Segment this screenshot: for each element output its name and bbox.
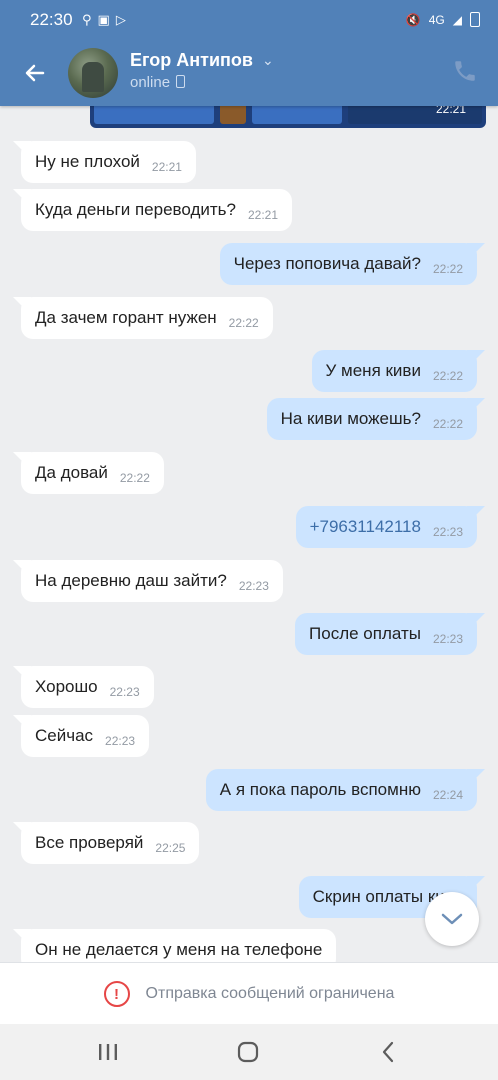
message-text: Все проверяй	[35, 833, 144, 852]
messaging-restricted-banner: ! Отправка сообщений ограничена	[0, 962, 498, 1025]
mobile-device-icon	[176, 75, 186, 88]
message-time: 22:22	[228, 316, 259, 330]
status-notification-icons: ⚲ ▣ ▷	[82, 12, 126, 28]
message-time: 22:23	[109, 685, 140, 699]
phone-icon	[455, 61, 475, 81]
back-chevron-icon	[382, 1041, 394, 1063]
phone-number-link[interactable]: +79631142118	[310, 517, 421, 537]
message-time: 22:22	[432, 262, 463, 276]
message-time: 22:25	[155, 841, 186, 855]
chevron-down-icon[interactable]: ⌄	[262, 52, 274, 69]
online-status: online	[130, 74, 171, 91]
home-icon	[237, 1041, 259, 1063]
outgoing-message[interactable]: После оплаты 22:23	[295, 613, 477, 655]
message-time: 22:23	[432, 525, 463, 539]
message-text: Через поповича давай?	[233, 254, 421, 273]
incoming-message[interactable]: Куда деньги переводить? 22:21	[21, 189, 293, 231]
message-time: 22:21	[151, 160, 182, 174]
message-text: После оплаты	[309, 624, 421, 643]
chat-header: 22:30 ⚲ ▣ ▷ 🔇 4G ◢ Егор Антипов ⌄ online	[0, 0, 498, 106]
message-text: На деревню даш зайти?	[35, 571, 227, 590]
message-text: На киви можешь?	[280, 409, 421, 428]
incoming-message[interactable]: Хорошо 22:23	[21, 666, 154, 708]
mute-icon: 🔇	[405, 12, 421, 27]
recent-apps-icon	[99, 1044, 117, 1060]
system-navigation-bar	[0, 1024, 498, 1080]
outgoing-message[interactable]: +79631142118 22:23	[295, 506, 477, 548]
message-time: 22:22	[432, 369, 463, 383]
scroll-to-bottom-button[interactable]	[425, 892, 479, 946]
home-button[interactable]	[228, 1036, 268, 1068]
warning-icon: !	[103, 981, 130, 1007]
search-icon: ⚲	[82, 12, 92, 27]
contact-name[interactable]: Егор Антипов	[130, 50, 253, 71]
status-time: 22:30	[30, 10, 73, 29]
message-text: Ну не плохой	[35, 152, 140, 171]
message-time: 22:23	[105, 734, 136, 748]
gallery-icon: ▣	[97, 12, 110, 27]
outgoing-message[interactable]: А я пока пароль вспомню 22:24	[205, 769, 477, 811]
contact-status: online	[130, 74, 186, 91]
recent-apps-button[interactable]	[88, 1036, 128, 1068]
back-button[interactable]	[18, 56, 52, 90]
incoming-message[interactable]: Сейчас 22:23	[21, 715, 150, 757]
incoming-message[interactable]: Да зачем горант нужен 22:22	[21, 297, 273, 339]
message-time: 22:21	[247, 208, 279, 222]
call-button[interactable]	[452, 58, 482, 88]
message-time: 22:22	[432, 417, 463, 431]
outgoing-message[interactable]: У меня киви 22:22	[311, 350, 477, 392]
incoming-message[interactable]: Ну не плохой 22:21	[21, 141, 196, 183]
back-arrow-icon	[25, 64, 45, 82]
message-text: А я пока пароль вспомню	[219, 780, 421, 799]
message-time: 22:23	[432, 632, 463, 646]
message-text: Да зачем горант нужен	[35, 308, 217, 327]
status-system-icons: 🔇 4G ◢	[406, 12, 480, 27]
outgoing-message[interactable]: Через поповича давай? 22:22	[219, 243, 477, 285]
message-time: 22:22	[119, 471, 150, 485]
incoming-message[interactable]: Да довай 22:22	[21, 452, 164, 494]
incoming-message[interactable]: Все проверяй 22:25	[21, 822, 200, 864]
message-text: У меня киви	[325, 361, 421, 380]
message-text: Куда деньги переводить?	[35, 200, 236, 219]
outgoing-message[interactable]: На киви можешь? 22:22	[266, 398, 477, 440]
message-text: Он не делается у меня на телефоне	[35, 940, 323, 959]
message-text: Да довай	[35, 463, 108, 482]
restriction-text: Отправка сообщений ограничена	[145, 985, 395, 1002]
signal-icon: ◢	[452, 12, 462, 27]
message-time: 22:23	[238, 579, 269, 593]
contact-avatar[interactable]	[68, 48, 118, 98]
network-label: 4G	[428, 12, 445, 27]
message-time: 22:24	[432, 788, 463, 802]
system-back-button[interactable]	[368, 1036, 408, 1068]
play-store-icon: ▷	[115, 12, 126, 27]
chevron-down-icon	[441, 913, 463, 925]
battery-icon	[470, 12, 480, 27]
message-text: Хорошо	[35, 677, 98, 696]
incoming-message[interactable]: На деревню даш зайти? 22:23	[21, 560, 283, 602]
message-text: Сейчас	[35, 726, 94, 745]
